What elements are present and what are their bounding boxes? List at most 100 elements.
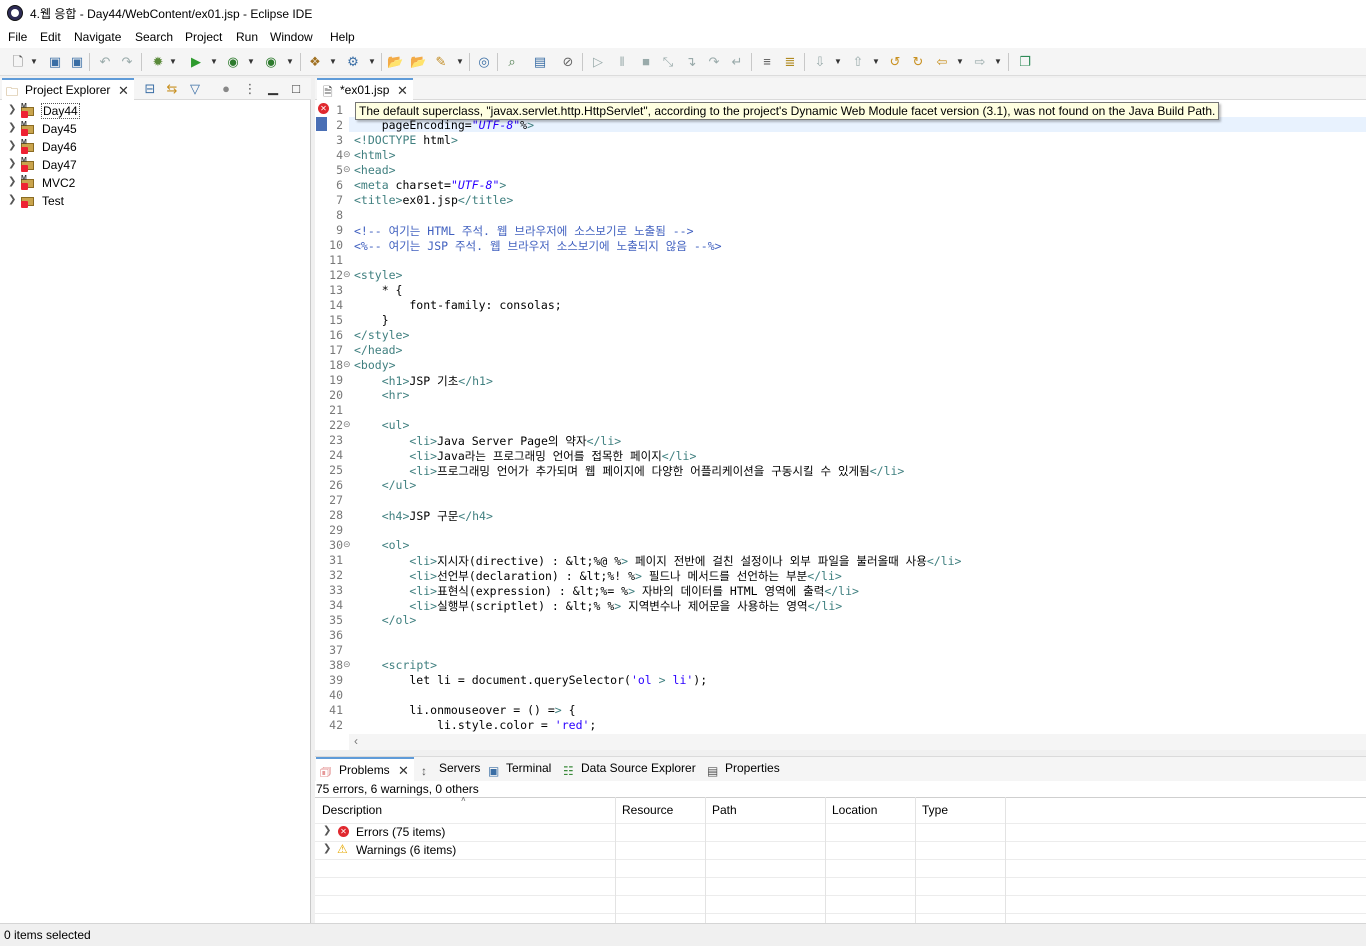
column-resource[interactable]: Resource	[622, 803, 673, 817]
step-into-icon[interactable]: ↴	[683, 54, 699, 70]
table-row-errors[interactable]: ❯ ✕ Errors (75 items)	[315, 823, 615, 841]
chevron-right-icon[interactable]: ❯	[8, 194, 16, 205]
table-row-warnings[interactable]: ❯ ⚠ Warnings (6 items)	[315, 841, 615, 859]
tree-item-mvc2[interactable]: ❯ M MVC2	[0, 174, 300, 192]
minimize-icon[interactable]: ▁	[265, 80, 281, 96]
chevron-right-icon[interactable]: ❯	[8, 104, 16, 115]
chevron-right-icon[interactable]: ❯	[8, 158, 16, 169]
tab-project-explorer[interactable]: 🗀 Project Explorer ✕	[2, 78, 134, 100]
search-icon[interactable]: ⌕	[504, 54, 520, 70]
save-icon[interactable]: ▣	[47, 54, 63, 70]
tab-ex01-jsp[interactable]: 🗎 *ex01.jsp ✕	[317, 78, 413, 100]
chevron-left-icon[interactable]: ‹	[354, 734, 358, 748]
suspend-icon[interactable]: ‖	[614, 54, 630, 70]
horizontal-scrollbar[interactable]: ‹	[349, 734, 1366, 750]
fold-toggle-icon[interactable]: ⊝	[343, 269, 351, 280]
tree-item-day45[interactable]: ❯ M Day45	[0, 120, 300, 138]
column-type[interactable]: Type	[922, 803, 948, 817]
chevron-right-icon[interactable]: ❯	[323, 843, 331, 854]
close-icon[interactable]: ✕	[398, 763, 409, 779]
open-task-icon[interactable]: ✎	[433, 54, 449, 70]
menu-file[interactable]: File	[8, 30, 27, 44]
open-perspective-icon[interactable]: ❐	[1017, 54, 1033, 70]
chevron-down-icon[interactable]: ▼	[368, 54, 376, 70]
open-resource-icon[interactable]: 📂	[410, 54, 426, 70]
menu-run[interactable]: Run	[236, 30, 258, 44]
menu-navigate[interactable]: Navigate	[74, 30, 121, 44]
disconnect-icon[interactable]: ⤡	[660, 54, 676, 70]
chevron-down-icon[interactable]: ▼	[247, 54, 255, 70]
toggle-mark-occurrences-icon[interactable]: ≡	[759, 54, 775, 70]
skip-breakpoints-icon[interactable]: ⊘	[560, 54, 576, 70]
undo-icon[interactable]: ↶	[97, 54, 113, 70]
globe-icon[interactable]: ◎	[476, 54, 492, 70]
step-over-icon[interactable]: ↷	[706, 54, 722, 70]
save-all-icon[interactable]: ▣	[69, 54, 85, 70]
maximize-icon[interactable]: □	[288, 81, 304, 97]
tree-item-day47[interactable]: ❯ M Day47	[0, 156, 300, 174]
column-description[interactable]: Description	[322, 803, 382, 817]
tab-servers[interactable]: ↕ Servers	[421, 761, 480, 778]
column-location[interactable]: Location	[832, 803, 877, 817]
last-edit-icon[interactable]: ↺	[887, 54, 903, 70]
link-with-editor-icon[interactable]: ⇆	[164, 81, 180, 97]
open-type-icon[interactable]: 📂	[387, 54, 403, 70]
fold-toggle-icon[interactable]: ⊝	[343, 539, 351, 550]
tree-item-day44[interactable]: ❯ M Day44	[0, 102, 300, 120]
fold-toggle-icon[interactable]: ⊝	[343, 164, 351, 175]
coverage-icon[interactable]: ◉	[225, 54, 241, 70]
chevron-down-icon[interactable]: ▼	[994, 54, 1002, 70]
focus-icon[interactable]: ●	[218, 81, 234, 97]
tree-item-test[interactable]: ❯ Test	[0, 192, 300, 210]
close-icon[interactable]: ✕	[118, 83, 129, 99]
filter-icon[interactable]: ▽	[187, 81, 203, 97]
chevron-down-icon[interactable]: ▼	[872, 54, 880, 70]
new-class-icon[interactable]: ⚙	[345, 54, 361, 70]
forward-edit-icon[interactable]: ↻	[910, 54, 926, 70]
menu-edit[interactable]: Edit	[40, 30, 61, 44]
external-tools-icon[interactable]: ◉	[263, 54, 279, 70]
chevron-right-icon[interactable]: ❯	[8, 122, 16, 133]
tab-data-source-explorer[interactable]: ☷ Data Source Explorer	[563, 761, 696, 778]
menu-project[interactable]: Project	[185, 30, 222, 44]
chevron-right-icon[interactable]: ❯	[323, 825, 331, 836]
forward-arrow-icon[interactable]: ⇨	[972, 54, 988, 70]
chevron-right-icon[interactable]: ❯	[8, 176, 16, 187]
chevron-down-icon[interactable]: ▼	[286, 54, 294, 70]
menu-help[interactable]: Help	[330, 30, 355, 44]
tree-item-day46[interactable]: ❯ M Day46	[0, 138, 300, 156]
next-annotation-icon[interactable]: ⇩	[812, 54, 828, 70]
toggle-block-icon[interactable]: ≣	[782, 54, 798, 70]
chevron-down-icon[interactable]: ▼	[169, 54, 177, 70]
chevron-down-icon[interactable]: ▼	[329, 54, 337, 70]
fold-toggle-icon[interactable]: ⊝	[343, 359, 351, 370]
close-icon[interactable]: ✕	[397, 83, 408, 99]
tab-properties[interactable]: ▤ Properties	[707, 761, 780, 778]
chevron-down-icon[interactable]: ▼	[30, 54, 38, 70]
chevron-right-icon[interactable]: ❯	[8, 140, 16, 151]
terminate-icon[interactable]: ■	[638, 54, 654, 70]
tab-terminal[interactable]: ▣ Terminal	[488, 761, 551, 778]
debug-icon[interactable]: ✹	[150, 54, 166, 70]
fold-toggle-icon[interactable]: ⊝	[343, 419, 351, 430]
new-icon[interactable]: 🗋	[10, 54, 26, 70]
menu-search[interactable]: Search	[135, 30, 173, 44]
chevron-down-icon[interactable]: ▼	[834, 54, 842, 70]
collapse-all-icon[interactable]: ⊟	[142, 81, 158, 97]
view-menu-icon[interactable]: ⋮	[242, 81, 258, 97]
menu-window[interactable]: Window	[270, 30, 313, 44]
chevron-down-icon[interactable]: ▼	[456, 54, 464, 70]
console-icon[interactable]: ▤	[532, 54, 548, 70]
fold-toggle-icon[interactable]: ⊝	[343, 149, 351, 160]
chevron-down-icon[interactable]: ▼	[210, 54, 218, 70]
fold-toggle-icon[interactable]: ⊝	[343, 659, 351, 670]
back-arrow-icon[interactable]: ⇦	[934, 54, 950, 70]
new-server-icon[interactable]: ❖	[307, 54, 323, 70]
chevron-down-icon[interactable]: ▼	[956, 54, 964, 70]
run-icon[interactable]: ▶	[188, 54, 204, 70]
previous-annotation-icon[interactable]: ⇧	[850, 54, 866, 70]
step-return-icon[interactable]: ↵	[729, 54, 745, 70]
tab-problems[interactable]: 🗊 Problems ✕	[316, 757, 414, 781]
resume-icon[interactable]: ▷	[590, 54, 606, 70]
column-path[interactable]: Path	[712, 803, 737, 817]
